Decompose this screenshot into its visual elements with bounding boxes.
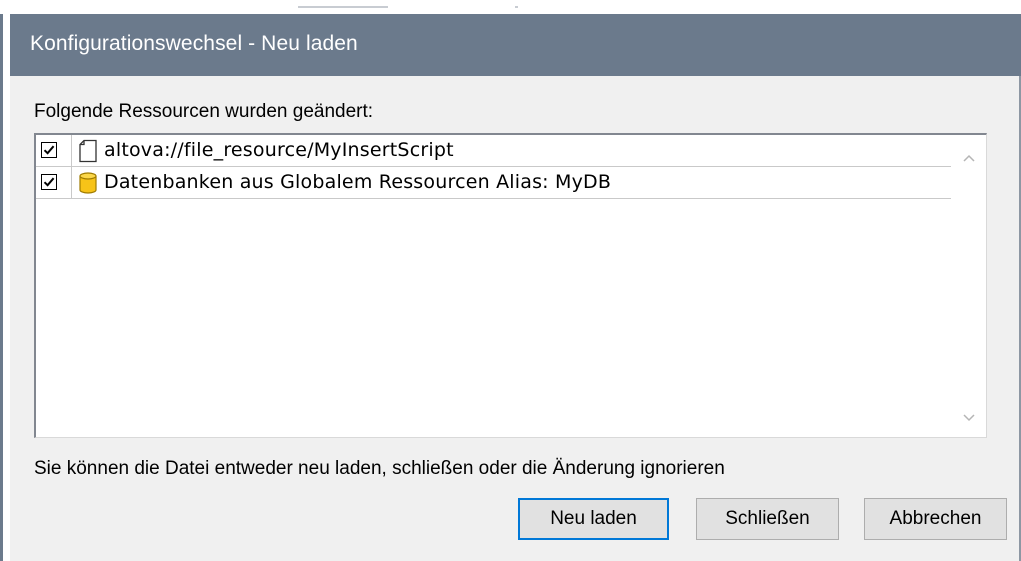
dialog-title: Konfigurationswechsel - Neu laden	[30, 32, 358, 55]
resource-label: Datenbanken aus Globalem Ressourcen Alia…	[104, 171, 612, 193]
checkmark-icon	[43, 145, 55, 155]
checkmark-icon	[43, 177, 55, 187]
info-message: Sie können die Datei entweder neu laden,…	[34, 458, 725, 479]
dialog-body: Folgende Ressourcen wurden geändert: alt…	[10, 76, 1021, 561]
list-item[interactable]: Datenbanken aus Globalem Ressourcen Alia…	[36, 167, 951, 199]
resource-list[interactable]: altova://file_resource/MyInsertScript Da…	[34, 133, 987, 438]
reload-button[interactable]: Neu laden	[518, 498, 669, 540]
close-button[interactable]: Schließen	[696, 498, 839, 540]
background-window-strip	[0, 0, 1021, 14]
vertical-scrollbar[interactable]	[952, 135, 986, 437]
resources-heading: Folgende Ressourcen wurden geändert:	[34, 101, 374, 122]
file-icon	[78, 139, 98, 168]
resource-checkbox[interactable]	[41, 174, 57, 190]
resource-label: altova://file_resource/MyInsertScript	[104, 139, 454, 161]
database-icon	[78, 171, 98, 200]
dialog-titlebar[interactable]: Konfigurationswechsel - Neu laden	[10, 14, 1021, 76]
scroll-up-icon[interactable]	[962, 153, 976, 163]
list-item[interactable]: altova://file_resource/MyInsertScript	[36, 135, 951, 167]
scroll-down-icon[interactable]	[962, 413, 976, 423]
resource-checkbox[interactable]	[41, 142, 57, 158]
cancel-button[interactable]: Abbrechen	[864, 498, 1007, 540]
